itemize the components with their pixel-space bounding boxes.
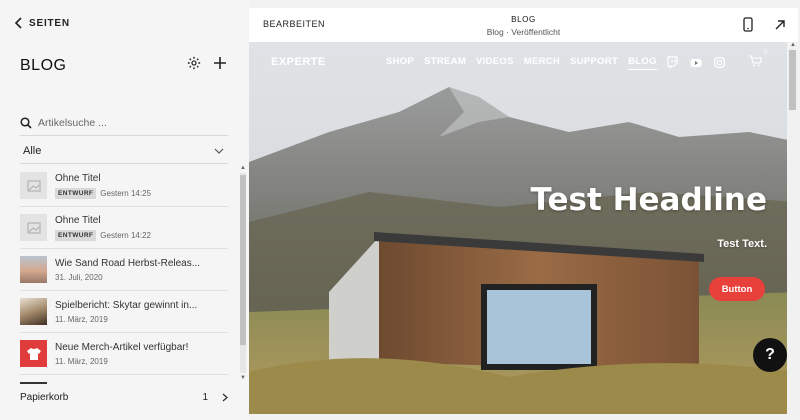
preview-toolbar: BEARBEITEN BLOG Blog · Veröffentlicht <box>249 8 798 42</box>
tshirt-icon <box>26 347 41 360</box>
back-label: SEITEN <box>29 17 70 29</box>
hero-headline: Test Headline <box>530 182 767 218</box>
scroll-up-icon[interactable]: ▲ <box>790 42 796 48</box>
scrollbar-thumb[interactable] <box>240 175 246 345</box>
chevron-right-icon <box>222 393 228 402</box>
search-icon <box>20 116 32 129</box>
trash-label: Papierkorb <box>20 392 69 403</box>
post-date: 11. März, 2019 <box>55 314 108 324</box>
divider <box>20 382 47 384</box>
gear-icon[interactable] <box>186 55 202 71</box>
open-external-icon[interactable] <box>774 18 786 36</box>
site-logo[interactable]: EXPERTE <box>271 56 326 68</box>
site-hero: EXPERTE SHOP STREAM VIDEOS MERCH SUPPORT… <box>249 42 798 414</box>
scroll-down-icon[interactable]: ▼ <box>240 375 246 381</box>
page-status: Blog · Veröffentlicht <box>486 27 561 37</box>
list-item[interactable]: Ohne Titel ENTWURF Gestern 14:22 <box>20 207 228 249</box>
trash-row[interactable]: Papierkorb 1 <box>20 392 228 403</box>
preview-scrollbar[interactable]: ▲ <box>787 42 798 414</box>
nav-item-stream[interactable]: STREAM <box>424 56 466 70</box>
list-item[interactable]: Wie Sand Road Herbst-Releas... 31. Juli,… <box>20 249 228 291</box>
nav-item-shop[interactable]: SHOP <box>386 56 414 70</box>
cart-icon[interactable] <box>748 54 763 72</box>
list-item[interactable]: Spielbericht: Skytar gewinnt in... 11. M… <box>20 291 228 333</box>
post-title: Neue Merch-Artikel verfügbar! <box>55 341 189 353</box>
post-title: Wie Sand Road Herbst-Releas... <box>55 257 201 269</box>
hero-button[interactable]: Button <box>709 277 765 301</box>
nav-item-merch[interactable]: MERCH <box>524 56 560 70</box>
post-thumbnail <box>20 256 47 283</box>
page-title: BLOG <box>511 15 536 24</box>
nav-item-blog[interactable]: BLOG <box>628 56 657 70</box>
image-placeholder-icon <box>20 172 47 199</box>
filter-dropdown[interactable]: Alle <box>20 138 228 164</box>
post-list: Ohne Titel ENTWURF Gestern 14:25 Ohne Tit… <box>20 165 228 375</box>
youtube-icon[interactable] <box>690 55 702 73</box>
search-bar <box>20 110 228 136</box>
post-title: Ohne Titel <box>55 214 101 226</box>
help-button[interactable]: ? <box>753 338 787 372</box>
post-thumbnail <box>20 340 47 367</box>
nav-item-videos[interactable]: VIDEOS <box>476 56 514 70</box>
trash-count: 1 <box>202 392 208 403</box>
status-badge: ENTWURF <box>55 187 97 199</box>
filter-label: Alle <box>23 144 42 157</box>
instagram-icon[interactable] <box>714 55 725 73</box>
cart-count: 0 <box>764 50 768 56</box>
post-date: 31. Juli, 2020 <box>55 272 103 282</box>
list-scrollbar[interactable]: ▲ ▼ <box>238 165 247 385</box>
search-input[interactable] <box>38 116 218 129</box>
list-item[interactable]: Neue Merch-Artikel verfügbar! 11. März, … <box>20 333 228 375</box>
image-placeholder-icon <box>20 214 47 241</box>
pages-panel: SEITEN BLOG Alle Ohne Titel ENTWURFGeste… <box>0 0 249 420</box>
list-item[interactable]: Ohne Titel ENTWURF Gestern 14:25 <box>20 165 228 207</box>
post-date: 11. März, 2019 <box>55 356 108 366</box>
site-preview: BEARBEITEN BLOG Blog · Veröffentlicht EX… <box>249 8 798 414</box>
post-title: Ohne Titel <box>55 172 101 184</box>
post-title: Spielbericht: Skytar gewinnt in... <box>55 299 198 311</box>
mobile-preview-icon[interactable] <box>743 17 753 37</box>
post-date: Gestern 14:22 <box>100 230 151 240</box>
hero-subline: Test Text. <box>717 238 767 250</box>
twitch-icon[interactable] <box>667 55 678 73</box>
back-to-pages-button[interactable]: SEITEN <box>14 17 70 29</box>
chevron-down-icon <box>214 148 224 154</box>
scrollbar-thumb[interactable] <box>789 50 796 110</box>
nav-item-support[interactable]: SUPPORT <box>570 56 618 70</box>
add-post-icon[interactable] <box>212 55 228 71</box>
site-nav: EXPERTE SHOP STREAM VIDEOS MERCH SUPPORT… <box>249 42 798 82</box>
panel-title: BLOG <box>20 57 67 74</box>
site-menu: SHOP STREAM VIDEOS MERCH SUPPORT BLOG <box>386 56 657 70</box>
hero-image <box>249 42 798 414</box>
chevron-left-icon <box>14 17 22 29</box>
status-badge: ENTWURF <box>55 229 97 241</box>
scroll-up-icon[interactable]: ▲ <box>240 165 246 171</box>
post-date: Gestern 14:25 <box>100 188 151 198</box>
post-thumbnail <box>20 298 47 325</box>
